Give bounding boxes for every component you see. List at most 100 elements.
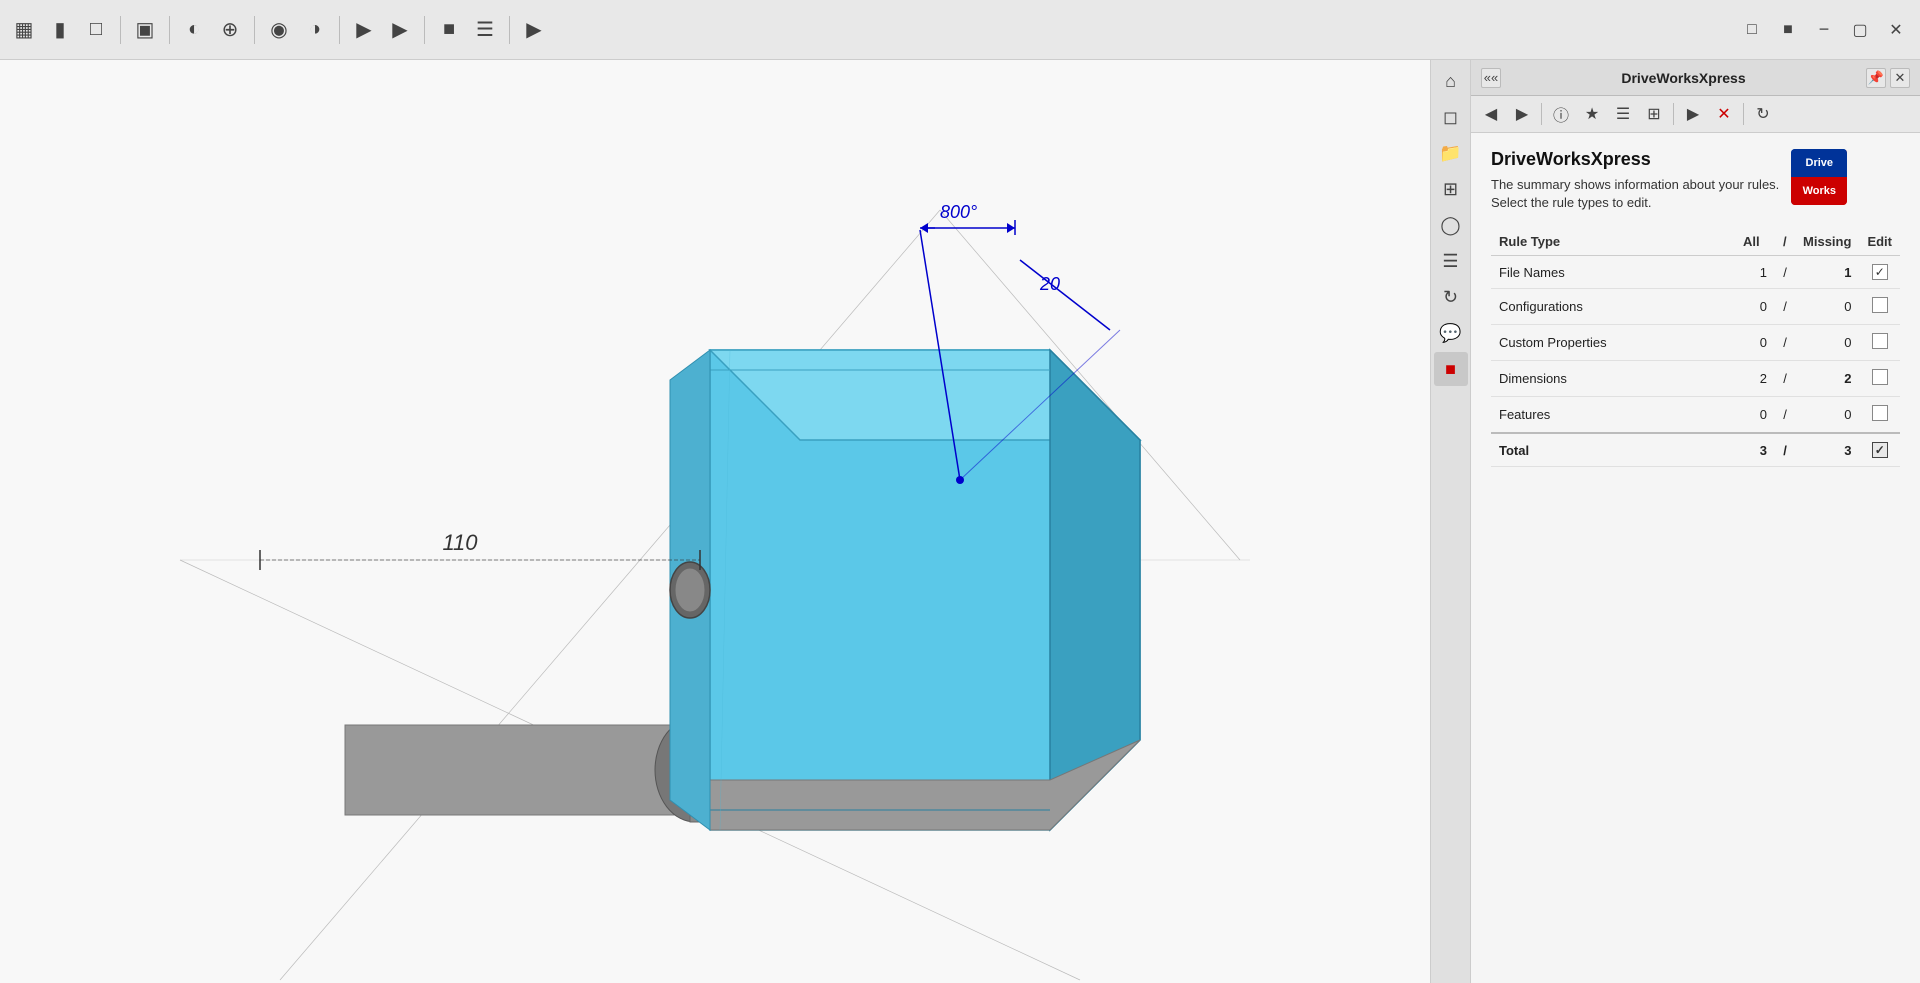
minimize-btn[interactable]: −: [1808, 14, 1840, 46]
table-row: Features 0 / 0: [1491, 397, 1900, 434]
svg-text:800°: 800°: [940, 202, 977, 222]
rule-edit-checkbox[interactable]: [1859, 361, 1900, 397]
panel-title-buttons: 📌 ✕: [1866, 68, 1910, 88]
sidebar-globe[interactable]: ◯: [1434, 208, 1468, 242]
slash-sep: /: [1775, 361, 1795, 397]
sep-6: [509, 16, 510, 44]
sidebar-list[interactable]: ☰: [1434, 244, 1468, 278]
main-content: 110 800° 20 ⌂ ◻ 📁 ⊞ ◯ ☰ ↻ 💬: [0, 60, 1920, 983]
rule-type-name: File Names: [1491, 256, 1735, 289]
col-header-slash: /: [1775, 228, 1795, 256]
panel-bookmark-btn[interactable]: ★: [1578, 100, 1606, 128]
summary-table: Rule Type All / Missing Edit File Names …: [1491, 228, 1900, 467]
rule-type-name: Features: [1491, 397, 1735, 434]
viewport-3d[interactable]: 110 800° 20: [0, 60, 1430, 983]
panel-close-btn[interactable]: ✕: [1890, 68, 1910, 88]
sidebar-cycle[interactable]: ↻: [1434, 280, 1468, 314]
svg-text:20: 20: [1039, 274, 1060, 294]
panel-titlebar: «« DriveWorksXpress 📌 ✕: [1471, 60, 1920, 96]
dw-description-2: Select the rule types to edit.: [1491, 194, 1779, 212]
panel-table-btn[interactable]: ⊞: [1640, 100, 1668, 128]
dw-heading: DriveWorksXpress: [1491, 149, 1779, 170]
sep-2: [169, 16, 170, 44]
toolbar-btn-2[interactable]: ▮: [44, 14, 76, 46]
toolbar-btn-6[interactable]: ⊕: [214, 14, 246, 46]
dw-logo-top: Drive: [1791, 149, 1847, 177]
panel-stop-btn[interactable]: ✕: [1710, 100, 1738, 128]
toolbar-btn-9[interactable]: ▶: [348, 14, 380, 46]
dw-logo-bottom: Works: [1791, 177, 1847, 205]
viewport-ctrl-2[interactable]: ■: [1772, 14, 1804, 46]
total-edit-checkbox[interactable]: ✓: [1859, 433, 1900, 467]
rule-all-count: 0: [1735, 325, 1775, 361]
total-all: 3: [1735, 433, 1775, 467]
panel-pin-btn[interactable]: 📌: [1866, 68, 1886, 88]
total-slash: /: [1775, 433, 1795, 467]
dw-description-1: The summary shows information about your…: [1491, 176, 1779, 194]
restore-btn[interactable]: ▢: [1844, 14, 1876, 46]
table-total-row: Total 3 / 3 ✓: [1491, 433, 1900, 467]
rule-edit-checkbox[interactable]: ✓: [1859, 256, 1900, 289]
sidebar-3d[interactable]: ◻: [1434, 100, 1468, 134]
rule-missing-count: 1: [1795, 256, 1859, 289]
total-missing: 3: [1795, 433, 1859, 467]
viewport-ctrl-1[interactable]: □: [1736, 14, 1768, 46]
side-iconbar: ⌂ ◻ 📁 ⊞ ◯ ☰ ↻ 💬 ■: [1430, 60, 1470, 983]
rule-missing-count: 0: [1795, 325, 1859, 361]
panel-body: DriveWorksXpress The summary shows infor…: [1471, 133, 1920, 983]
close-btn[interactable]: ✕: [1880, 14, 1912, 46]
sep-5: [424, 16, 425, 44]
checkbox[interactable]: [1872, 297, 1888, 313]
toolbar-btn-12[interactable]: ☰: [469, 14, 501, 46]
panel-refresh-btn[interactable]: ↻: [1749, 100, 1777, 128]
rule-all-count: 1: [1735, 256, 1775, 289]
panel-collapse-btn[interactable]: ««: [1481, 68, 1501, 88]
rule-missing-count: 2: [1795, 361, 1859, 397]
svg-text:110: 110: [442, 530, 478, 555]
sidebar-red-square[interactable]: ■: [1434, 352, 1468, 386]
sep-4: [339, 16, 340, 44]
panel-forward-btn[interactable]: ▶: [1508, 100, 1536, 128]
toolbar-btn-10[interactable]: ▶: [384, 14, 416, 46]
rule-all-count: 2: [1735, 361, 1775, 397]
slash-sep: /: [1775, 397, 1795, 434]
col-header-ruletype: Rule Type: [1491, 228, 1735, 256]
checkbox[interactable]: [1872, 405, 1888, 421]
toolbar-btn-8[interactable]: ◑: [299, 14, 331, 46]
table-row: File Names 1 / 1 ✓: [1491, 256, 1900, 289]
toolbar-sep-1: [1541, 103, 1542, 125]
top-toolbar: ▦ ▮ □ ▣ ◐ ⊕ ◉ ◑ ▶ ▶ ■ ☰ ▶ □ ■ − ▢ ✕: [0, 0, 1920, 60]
toolbar-btn-1[interactable]: ▦: [8, 14, 40, 46]
dw-title-area: DriveWorksXpress The summary shows infor…: [1491, 149, 1779, 212]
rule-missing-count: 0: [1795, 397, 1859, 434]
total-checkbox[interactable]: ✓: [1872, 442, 1888, 458]
rule-edit-checkbox[interactable]: [1859, 397, 1900, 434]
toolbar-btn-11[interactable]: ■: [433, 14, 465, 46]
rule-type-name: Dimensions: [1491, 361, 1735, 397]
rule-all-count: 0: [1735, 289, 1775, 325]
sidebar-home[interactable]: ⌂: [1434, 64, 1468, 98]
table-row: Dimensions 2 / 2: [1491, 361, 1900, 397]
rule-type-name: Configurations: [1491, 289, 1735, 325]
panel-play-btn[interactable]: ▶: [1679, 100, 1707, 128]
toolbar-btn-3[interactable]: □: [80, 14, 112, 46]
sidebar-grid[interactable]: ⊞: [1434, 172, 1468, 206]
checkbox[interactable]: ✓: [1872, 264, 1888, 280]
slash-sep: /: [1775, 289, 1795, 325]
sep-1: [120, 16, 121, 44]
panel-back-btn[interactable]: ◀: [1477, 100, 1505, 128]
sidebar-chat[interactable]: 💬: [1434, 316, 1468, 350]
checkbox[interactable]: [1872, 369, 1888, 385]
toolbar-btn-5[interactable]: ◐: [178, 14, 210, 46]
sidebar-folder[interactable]: 📁: [1434, 136, 1468, 170]
panel-info-btn[interactable]: ⓘ: [1547, 100, 1575, 128]
rule-edit-checkbox[interactable]: [1859, 325, 1900, 361]
toolbar-btn-13[interactable]: ▶: [518, 14, 550, 46]
panel-doc-btn[interactable]: ☰: [1609, 100, 1637, 128]
toolbar-btn-4[interactable]: ▣: [129, 14, 161, 46]
toolbar-btn-7[interactable]: ◉: [263, 14, 295, 46]
rule-edit-checkbox[interactable]: [1859, 289, 1900, 325]
panel-title: DriveWorksXpress: [1621, 70, 1745, 86]
rule-type-name: Custom Properties: [1491, 325, 1735, 361]
checkbox[interactable]: [1872, 333, 1888, 349]
